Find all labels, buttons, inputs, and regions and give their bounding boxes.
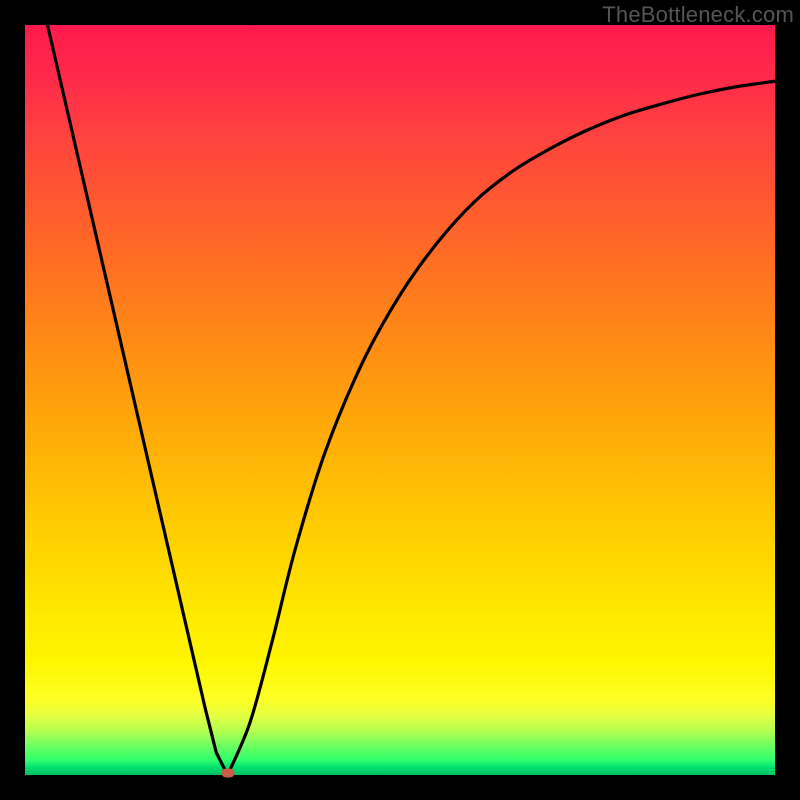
- curve-svg: [25, 25, 775, 775]
- min-marker: [221, 768, 234, 777]
- chart-container: TheBottleneck.com: [0, 0, 800, 800]
- bottleneck-curve: [48, 25, 776, 775]
- plot-area: [25, 25, 775, 775]
